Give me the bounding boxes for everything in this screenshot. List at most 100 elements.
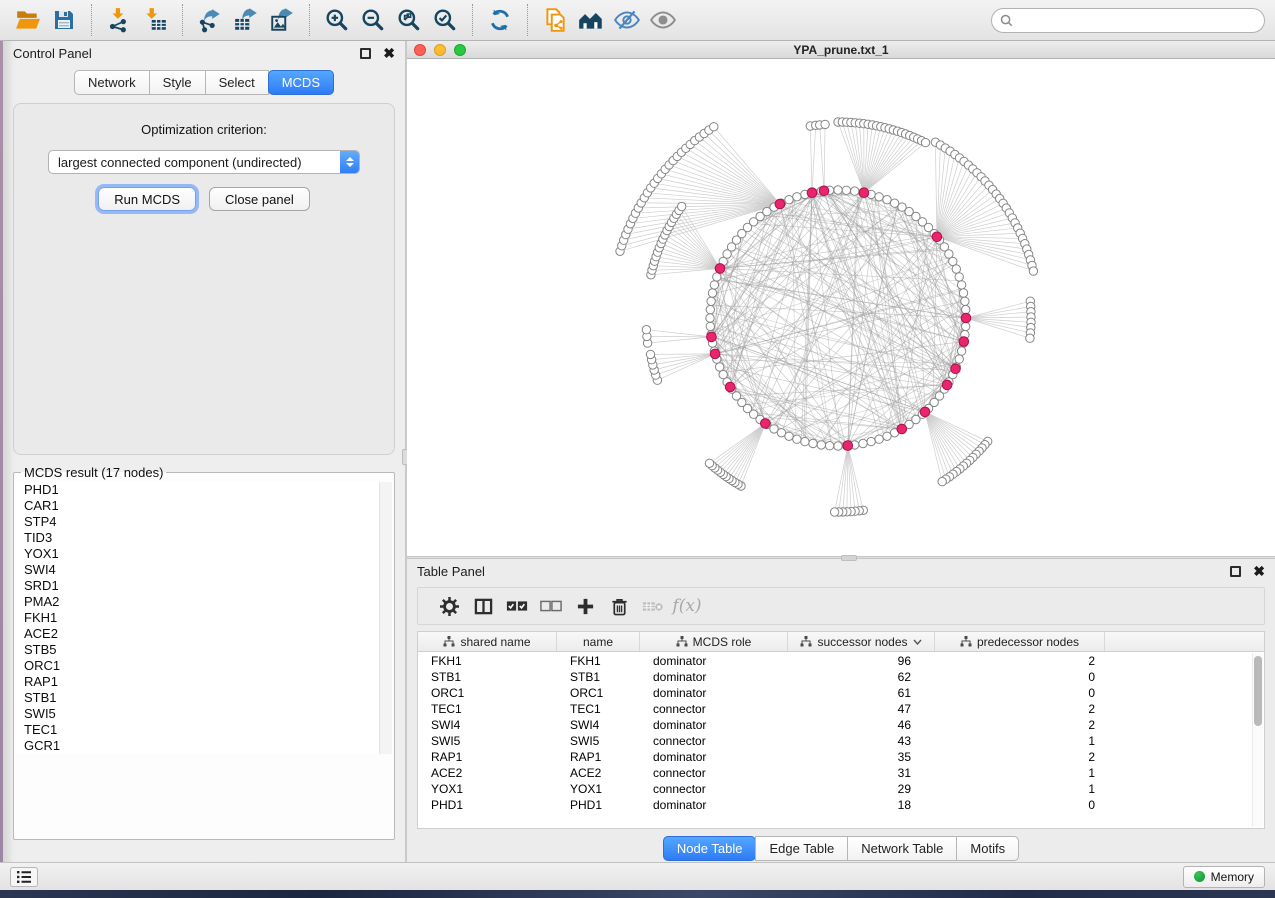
table-cell: FKH1 bbox=[418, 654, 557, 668]
split-columns-icon bbox=[474, 597, 493, 616]
tab-network[interactable]: Network bbox=[74, 70, 150, 95]
export-network-button[interactable] bbox=[195, 5, 225, 35]
delete-column-button[interactable] bbox=[602, 597, 636, 616]
tab-select[interactable]: Select bbox=[205, 70, 269, 95]
show-details-button[interactable] bbox=[648, 5, 678, 35]
table-cell: 1 bbox=[935, 766, 1105, 780]
mcds-result-item[interactable]: STP4 bbox=[16, 514, 392, 530]
mcds-result-item[interactable]: SRD1 bbox=[16, 578, 392, 594]
mcds-result-item[interactable]: STB5 bbox=[16, 642, 392, 658]
mcds-result-item[interactable]: STB1 bbox=[16, 690, 392, 706]
refresh-button[interactable] bbox=[485, 5, 515, 35]
tab-edge-table[interactable]: Edge Table bbox=[755, 836, 848, 861]
create-column-button[interactable] bbox=[568, 597, 602, 616]
deselect-all-button[interactable] bbox=[534, 598, 568, 614]
splitter-grip[interactable] bbox=[841, 555, 857, 561]
toolbar-separator bbox=[309, 4, 310, 36]
zoom-fit-button[interactable] bbox=[394, 5, 424, 35]
save-floppy-icon bbox=[52, 8, 76, 32]
mcds-result-item[interactable]: ACE2 bbox=[16, 626, 392, 642]
mcds-result-item[interactable]: ORC1 bbox=[16, 658, 392, 674]
table-row[interactable]: SWI4SWI4dominator462 bbox=[418, 717, 1252, 733]
mcds-result-item[interactable]: SWI5 bbox=[16, 706, 392, 722]
table-row[interactable]: RAP1RAP1dominator352 bbox=[418, 749, 1252, 765]
close-panel-button[interactable]: Close panel bbox=[209, 187, 310, 211]
double-house-button[interactable] bbox=[576, 5, 606, 35]
sort-chevron-icon bbox=[913, 639, 922, 645]
search-field[interactable] bbox=[991, 8, 1265, 33]
table-cell: 2 bbox=[935, 718, 1105, 732]
table-scrollbar-thumb[interactable] bbox=[1254, 656, 1262, 726]
table-scrollbar[interactable] bbox=[1252, 653, 1263, 827]
table-row[interactable]: TEC1TEC1connector472 bbox=[418, 701, 1252, 717]
table-row[interactable]: YOX1YOX1connector291 bbox=[418, 781, 1252, 797]
mcds-result-item[interactable]: PMA2 bbox=[16, 594, 392, 610]
import-table-button[interactable] bbox=[140, 5, 170, 35]
import-network-button[interactable] bbox=[104, 5, 134, 35]
table-row[interactable]: FKH1FKH1dominator962 bbox=[418, 653, 1252, 669]
control-panel-tabs: NetworkStyleSelectMCDS bbox=[3, 70, 405, 95]
table-cell: TEC1 bbox=[418, 702, 557, 716]
network-window-title: YPA_prune.txt_1 bbox=[407, 43, 1275, 57]
memory-button[interactable]: Memory bbox=[1183, 866, 1265, 888]
task-history-button[interactable] bbox=[10, 867, 38, 887]
tab-network-table[interactable]: Network Table bbox=[847, 836, 957, 861]
eye-icon bbox=[649, 7, 677, 33]
table-row[interactable]: PHD1PHD1dominator180 bbox=[418, 797, 1252, 813]
delete-table-icon bbox=[642, 599, 664, 614]
tab-motifs[interactable]: Motifs bbox=[956, 836, 1019, 861]
table-row[interactable]: STB1STB1dominator620 bbox=[418, 669, 1252, 685]
close-panel-icon[interactable]: ✖ bbox=[1253, 564, 1265, 578]
search-input[interactable] bbox=[1019, 13, 1256, 27]
search-icon bbox=[1000, 14, 1013, 27]
export-table-button[interactable] bbox=[231, 5, 261, 35]
column-header-mcds-role[interactable]: MCDS role bbox=[640, 632, 788, 651]
table-row[interactable]: ACE2ACE2connector311 bbox=[418, 765, 1252, 781]
column-header-shared-name[interactable]: shared name bbox=[418, 632, 557, 651]
gear-icon bbox=[440, 597, 459, 616]
table-cell: SWI5 bbox=[557, 734, 640, 748]
duplicate-network-button[interactable] bbox=[540, 5, 570, 35]
tab-style[interactable]: Style bbox=[149, 70, 206, 95]
float-panel-icon[interactable] bbox=[1230, 566, 1241, 577]
horizontal-splitter[interactable] bbox=[407, 556, 1275, 559]
mcds-result-item[interactable]: PHD1 bbox=[16, 482, 392, 498]
zoom-in-button[interactable] bbox=[322, 5, 352, 35]
mcds-result-item[interactable]: SWI4 bbox=[16, 562, 392, 578]
tab-mcds[interactable]: MCDS bbox=[268, 70, 334, 95]
add-icon bbox=[576, 597, 595, 616]
mcds-result-item[interactable]: TID3 bbox=[16, 530, 392, 546]
save-session-button[interactable] bbox=[49, 5, 79, 35]
column-header-name[interactable]: name bbox=[557, 632, 640, 651]
mcds-result-item[interactable]: FKH1 bbox=[16, 610, 392, 626]
table-cell: connector bbox=[640, 702, 788, 716]
hide-details-button[interactable] bbox=[612, 5, 642, 35]
show-column-button[interactable] bbox=[466, 597, 500, 616]
tab-node-table[interactable]: Node Table bbox=[663, 836, 757, 861]
table-row[interactable]: ORC1ORC1dominator610 bbox=[418, 685, 1252, 701]
zoom-out-button[interactable] bbox=[358, 5, 388, 35]
column-header-successor-nodes[interactable]: successor nodes bbox=[788, 632, 935, 651]
select-all-icon bbox=[506, 598, 528, 614]
mcds-result-item[interactable]: RAP1 bbox=[16, 674, 392, 690]
mcds-result-item[interactable]: YOX1 bbox=[16, 546, 392, 562]
mcds-result-item[interactable]: GCR1 bbox=[16, 738, 392, 754]
float-panel-icon[interactable] bbox=[360, 48, 371, 59]
mcds-list-scrollbar[interactable] bbox=[379, 482, 392, 754]
toolbar-separator bbox=[472, 4, 473, 36]
mcds-result-item[interactable]: TEC1 bbox=[16, 722, 392, 738]
open-session-button[interactable] bbox=[13, 5, 43, 35]
zoom-selected-button[interactable] bbox=[430, 5, 460, 35]
delete-table-button-disabled bbox=[636, 599, 670, 614]
table-row[interactable]: SWI5SWI5connector431 bbox=[418, 733, 1252, 749]
select-all-button[interactable] bbox=[500, 598, 534, 614]
export-image-button[interactable] bbox=[267, 5, 297, 35]
close-panel-icon[interactable]: ✖ bbox=[383, 46, 395, 60]
mcds-result-list: PHD1CAR1STP4TID3YOX1SWI4SRD1PMA2FKH1ACE2… bbox=[16, 482, 392, 754]
column-header-predecessor-nodes[interactable]: predecessor nodes bbox=[935, 632, 1105, 651]
network-canvas[interactable] bbox=[407, 59, 1275, 556]
mcds-result-item[interactable]: CAR1 bbox=[16, 498, 392, 514]
table-settings-button[interactable] bbox=[432, 597, 466, 616]
run-mcds-button[interactable]: Run MCDS bbox=[98, 187, 196, 211]
optimization-criterion-select[interactable]: largest connected component (undirected) bbox=[48, 150, 360, 174]
